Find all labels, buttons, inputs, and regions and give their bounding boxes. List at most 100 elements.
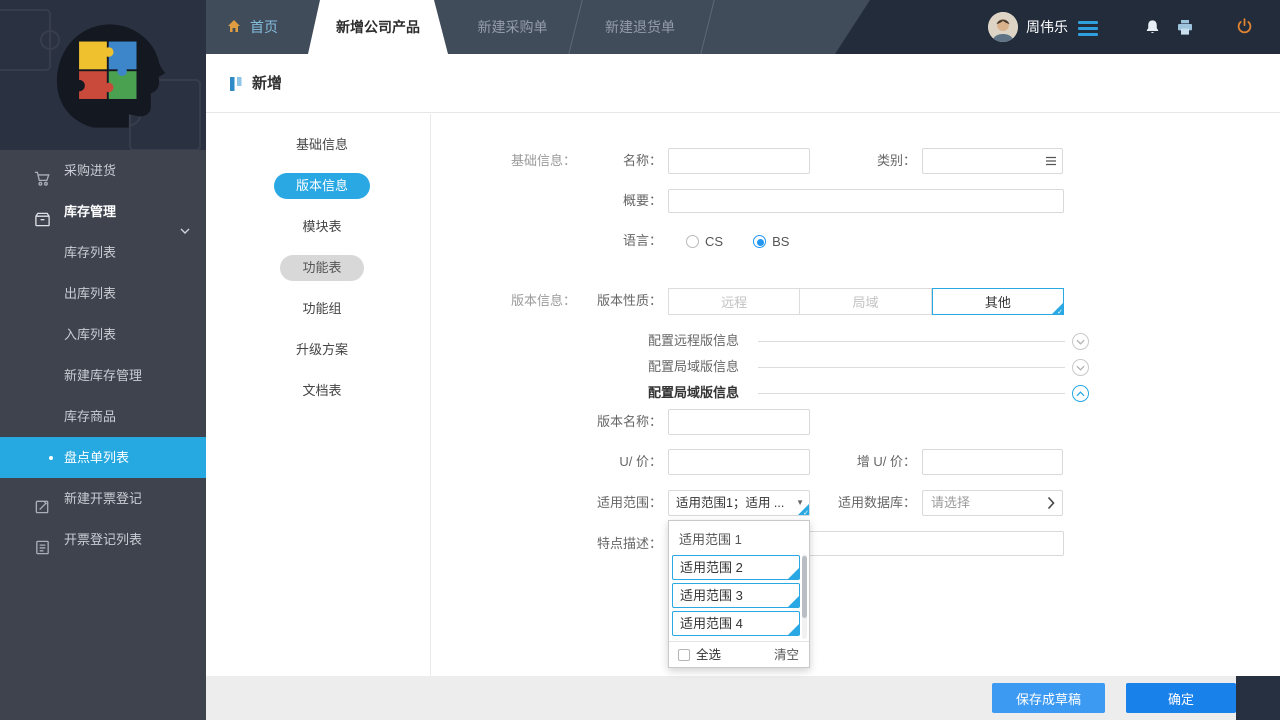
divider-line <box>758 393 1065 394</box>
tab-new-return-order[interactable]: 新建退货单 <box>575 0 705 54</box>
sidebar-item-stocktake-list[interactable]: 盘点单列表 <box>0 437 206 478</box>
sidebar-item-label: 入库列表 <box>64 327 117 342</box>
sidebar-item-outbound-list[interactable]: 出库列表 <box>0 273 206 314</box>
option-label: 适用范围 2 <box>680 560 743 575</box>
step-function-group[interactable]: 功能组 <box>222 288 422 329</box>
name-label: 名称： <box>622 153 662 168</box>
save-draft-button[interactable]: 保存成草稿 <box>992 683 1105 713</box>
version-name-label: 版本名称： <box>596 414 662 429</box>
divider-line <box>758 341 1065 342</box>
collapse-down-icon[interactable] <box>1072 333 1089 350</box>
dropdown-footer: 全选 清空 <box>669 641 809 668</box>
add-u-price-input[interactable] <box>922 449 1063 475</box>
radio-circle-icon <box>753 234 767 248</box>
sidebar-menu: 采购进货 库存管理 库存列表 出库列表 入库列表 新建库存管理 库存商品 盘点单… <box>0 150 206 560</box>
database-label: 适用数据库： <box>837 495 916 510</box>
step-basic-info[interactable]: 基础信息 <box>222 124 422 165</box>
name-input[interactable] <box>668 148 810 174</box>
sidebar-item-inventory-management[interactable]: 库存管理 <box>0 191 206 234</box>
radio-label: BS <box>772 233 790 249</box>
sidebar-item-invoice-list[interactable]: 开票登记列表 <box>0 519 206 560</box>
selected-corner-icon: ✓ <box>788 596 799 607</box>
database-picker[interactable]: 请选择 <box>922 490 1063 516</box>
step-label: 功能组 <box>302 300 342 316</box>
segment-lan[interactable]: 局域 <box>800 288 932 315</box>
dropdown-option-selected[interactable]: 适用范围 3 ✓ <box>672 583 800 608</box>
u-price-label: U/ 价： <box>619 454 662 469</box>
page-head: 新增 <box>206 54 1280 113</box>
radio-cs[interactable]: CS <box>686 234 723 249</box>
option-label: 适用范围 4 <box>680 616 743 631</box>
sidebar-item-label: 新建开票登记 <box>64 491 143 506</box>
brain-puzzle-logo <box>56 24 166 128</box>
collapse-lan-expanded-label: 配置局域版信息 <box>648 385 740 400</box>
title-bars-icon <box>230 77 243 96</box>
scope-select[interactable]: 适用范围1；适用 ... ▼ ✓ <box>668 490 810 516</box>
radio-circle-icon <box>686 234 699 248</box>
step-label: 文档表 <box>302 382 342 398</box>
step-version-info[interactable]: 版本信息 <box>222 165 422 206</box>
select-all-label[interactable]: 全选 <box>696 642 721 668</box>
select-all-checkbox[interactable] <box>678 649 690 661</box>
confirm-button[interactable]: 确定 <box>1126 683 1236 713</box>
segment-remote[interactable]: 远程 <box>668 288 801 315</box>
document-icon <box>34 531 51 555</box>
summary-input[interactable] <box>668 189 1064 213</box>
version-name-input[interactable] <box>668 409 810 435</box>
tab-label: 新建采购单 <box>477 19 548 35</box>
scope-label: 适用范围： <box>596 495 662 510</box>
vertical-divider <box>430 114 431 676</box>
u-price-input[interactable] <box>668 449 810 475</box>
sidebar-item-new-inventory[interactable]: 新建库存管理 <box>0 355 206 396</box>
power-icon[interactable] <box>1235 17 1254 41</box>
add-u-price-label: 增 U/ 价： <box>856 454 916 469</box>
footer-bar: 保存成草稿 确定 <box>206 676 1280 720</box>
avatar[interactable] <box>988 12 1018 42</box>
sidebar-item-new-invoice[interactable]: 新建开票登记 <box>0 478 206 519</box>
dropdown-option-selected[interactable]: 适用范围 2 ✓ <box>672 555 800 580</box>
printer-icon[interactable] <box>1176 19 1194 41</box>
bell-icon[interactable] <box>1144 18 1161 41</box>
version-type-segmented: 远程 局域 其他 ✓ <box>668 288 1064 315</box>
radio-bs[interactable]: BS <box>753 234 789 249</box>
segment-other[interactable]: 其他 ✓ <box>931 288 1064 315</box>
tab-new-company-product[interactable]: 新增公司产品 <box>308 0 448 54</box>
scrollbar-thumb[interactable] <box>802 556 807 618</box>
category-input[interactable] <box>922 148 1063 174</box>
logo-block <box>0 0 206 150</box>
category-label: 类别： <box>876 153 916 168</box>
step-function-table[interactable]: 功能表 <box>222 247 422 288</box>
tab-label: 首页 <box>250 19 278 35</box>
step-upgrade-plan[interactable]: 升级方案 <box>222 329 422 370</box>
tab-new-purchase-order[interactable]: 新建采购单 <box>450 0 575 54</box>
radio-label: CS <box>705 233 724 249</box>
step-document-table[interactable]: 文档表 <box>222 370 422 411</box>
tab-home[interactable]: 首页 <box>226 0 278 54</box>
collapse-down-icon[interactable] <box>1072 359 1089 376</box>
step-module-table[interactable]: 模块表 <box>222 206 422 247</box>
sidebar-item-label: 库存列表 <box>64 245 117 260</box>
collapse-up-icon[interactable] <box>1072 385 1089 402</box>
sidebar-item-inventory-list[interactable]: 库存列表 <box>0 232 206 273</box>
dropdown-option[interactable]: 适用范围 1 <box>669 527 809 553</box>
dropdown-scrollbar[interactable] <box>802 554 807 639</box>
dropdown-option-selected[interactable]: 适用范围 4 ✓ <box>672 611 800 636</box>
scope-select-value: 适用范围1；适用 ... <box>676 496 785 510</box>
sidebar-item-label: 开票登记列表 <box>64 532 143 547</box>
summary-label: 概要： <box>622 193 662 208</box>
user-name[interactable]: 周伟乐 <box>1026 0 1068 54</box>
option-label: 适用范围 3 <box>680 588 743 603</box>
category-lookup-icon[interactable] <box>1044 154 1058 168</box>
sidebar-item-inbound-list[interactable]: 入库列表 <box>0 314 206 355</box>
sidebar-item-label: 采购进货 <box>64 163 117 178</box>
divider-line <box>758 367 1065 368</box>
menu-icon[interactable] <box>1078 21 1098 39</box>
collapse-remote-label: 配置远程版信息 <box>648 333 740 348</box>
tab-label: 新建退货单 <box>605 19 675 35</box>
clear-link[interactable]: 清空 <box>774 642 799 668</box>
sidebar-item-purchase-inbound[interactable]: 采购进货 <box>0 150 206 191</box>
step-label: 升级方案 <box>295 341 348 357</box>
language-radio-group: CS BS <box>686 228 789 254</box>
sidebar-item-inventory-goods[interactable]: 库存商品 <box>0 396 206 437</box>
step-label: 功能表 <box>280 254 364 281</box>
